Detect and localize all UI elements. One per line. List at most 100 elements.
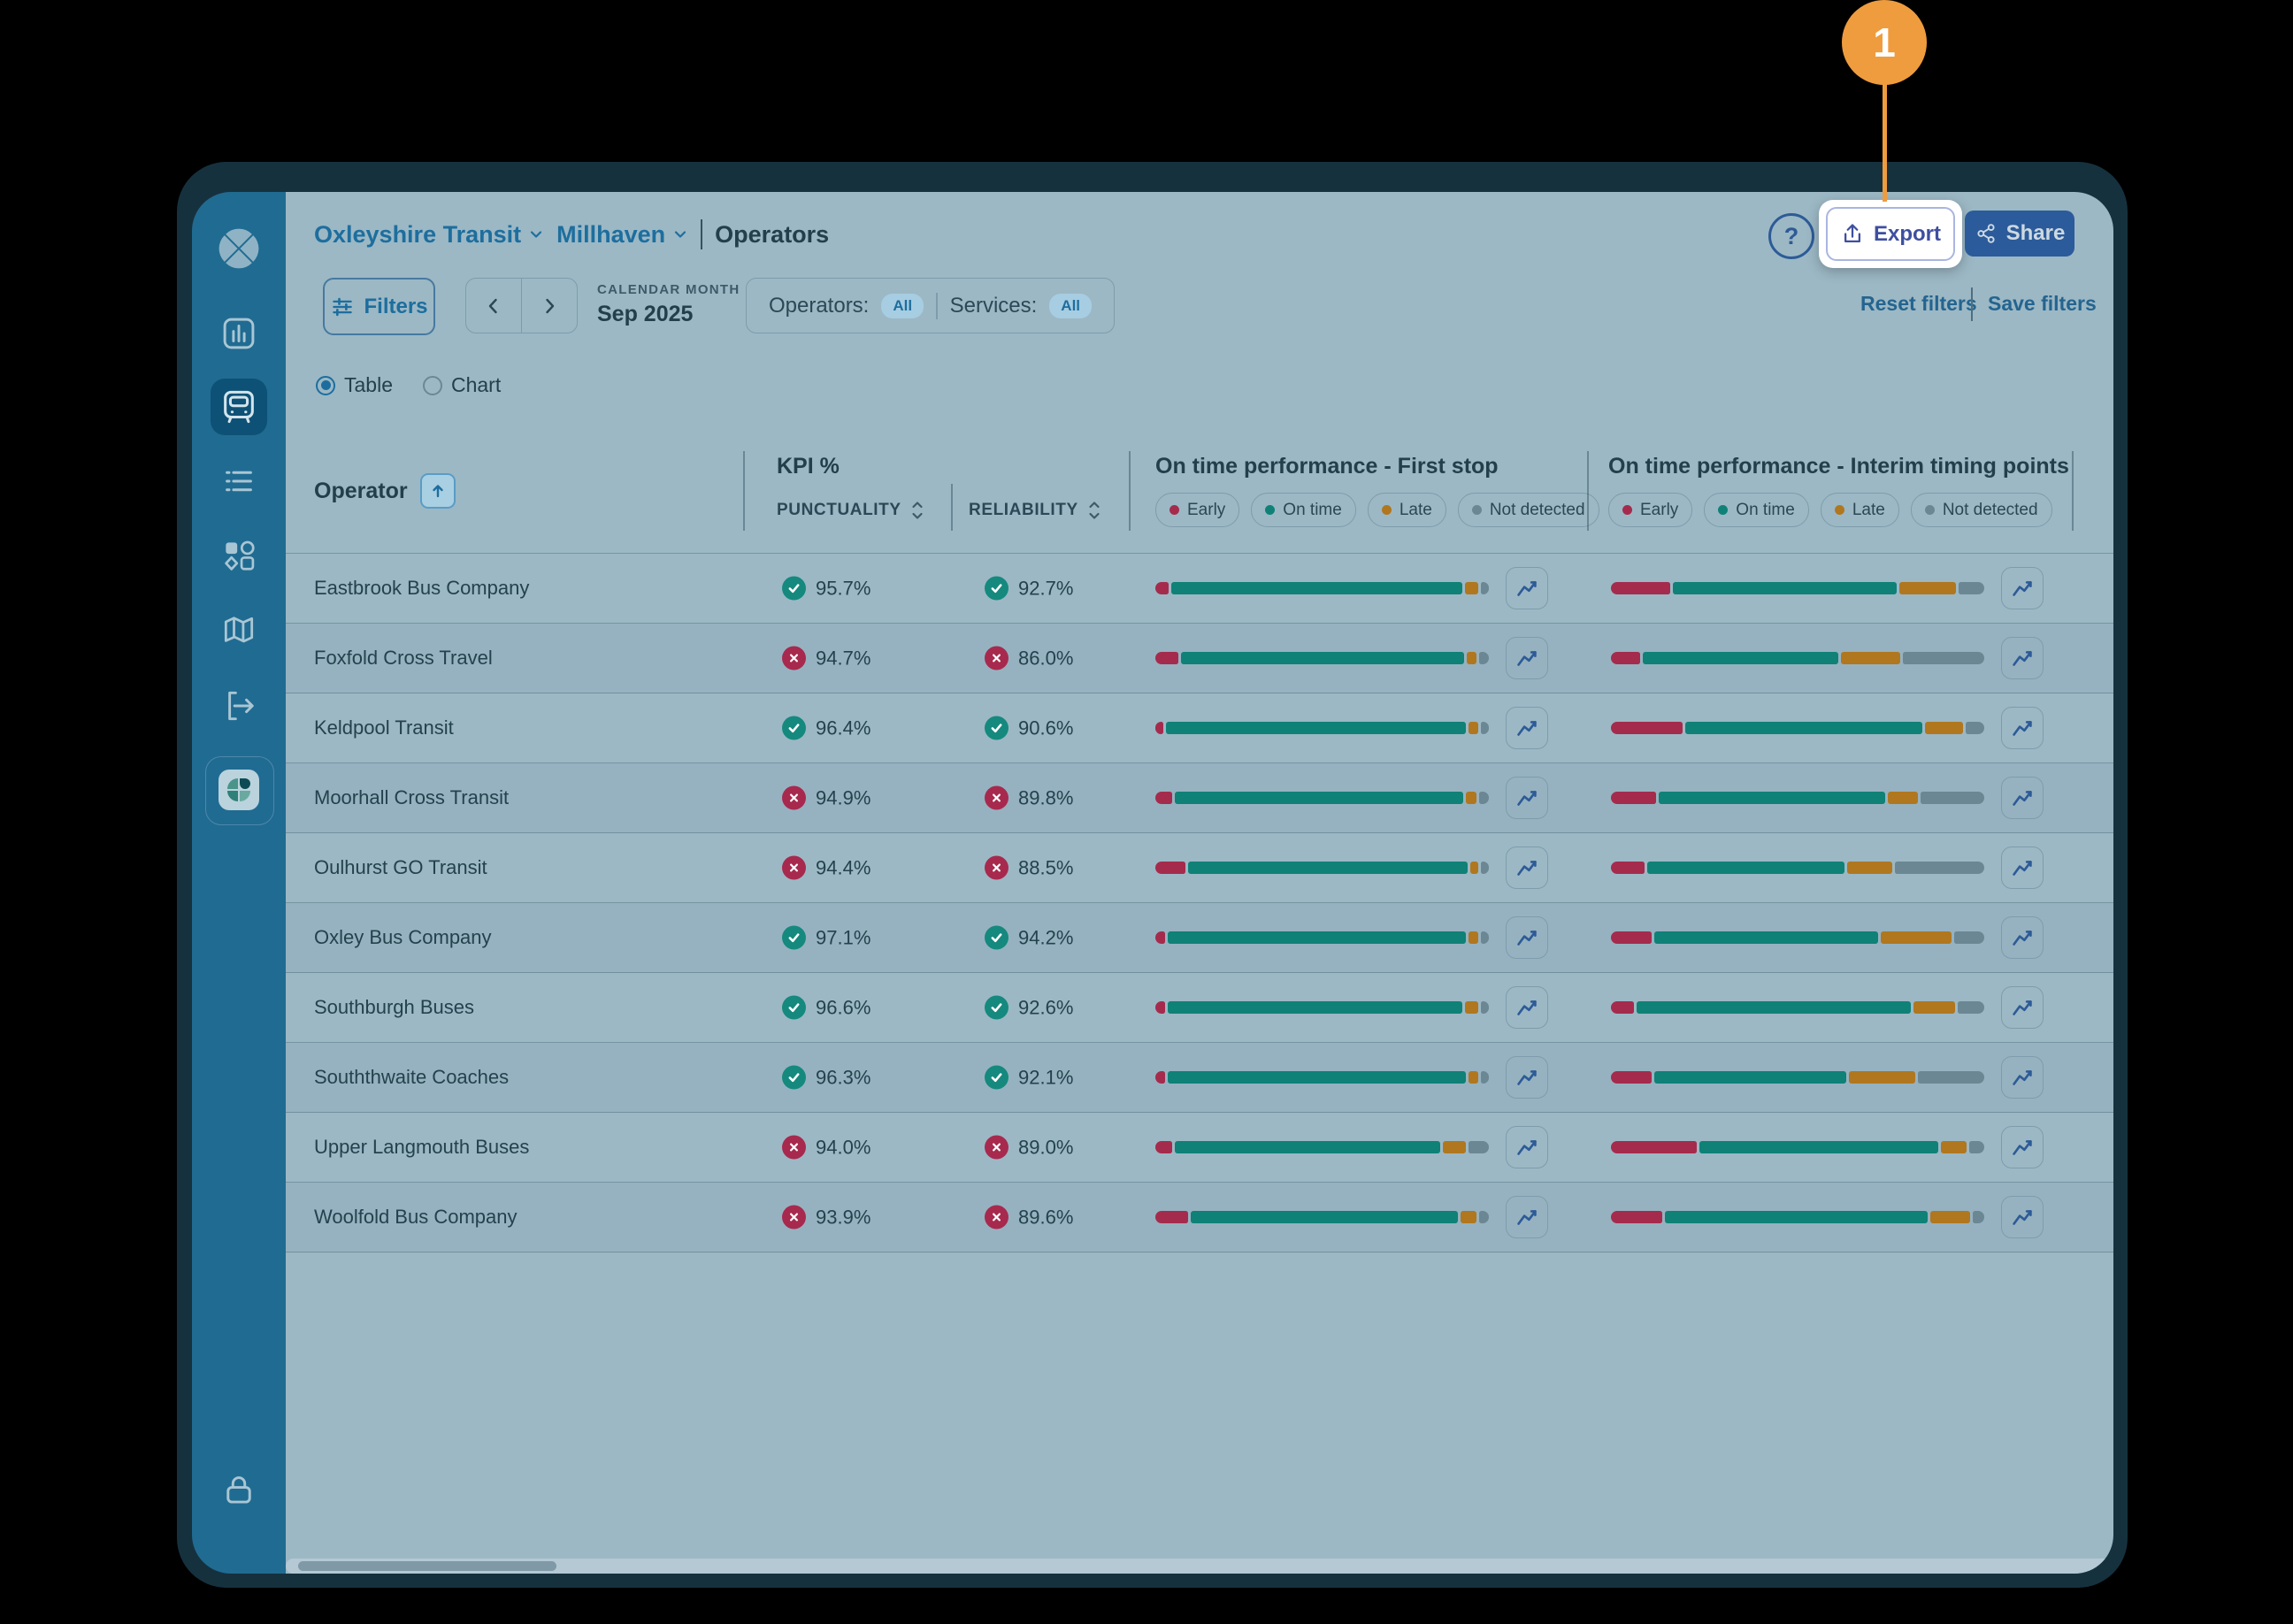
period-type-label: CALENDAR MONTH — [597, 282, 740, 297]
bar-segment-late — [1930, 1211, 1971, 1223]
share-button[interactable]: Share — [1965, 211, 2074, 257]
check-icon — [989, 1070, 1004, 1085]
bar-segment-late — [1849, 1071, 1915, 1084]
sidebar-item-operators[interactable] — [214, 382, 264, 432]
breadcrumb-area[interactable]: Millhaven — [556, 221, 688, 249]
first-stop-trend-button[interactable] — [1506, 846, 1548, 889]
legend-chip[interactable]: Not detected — [1911, 493, 2052, 527]
view-toggle-option-chart[interactable]: Chart — [423, 373, 501, 397]
operators-filter-label: Operators: — [769, 294, 869, 318]
sort-ascending-button[interactable] — [420, 473, 456, 509]
export-button[interactable]: Export — [1826, 207, 1955, 261]
filters-button[interactable]: Filters — [323, 278, 435, 335]
previous-month-button[interactable] — [466, 279, 521, 333]
save-filters-link[interactable]: Save filters — [1988, 292, 2097, 316]
bar-segment-late — [1443, 1141, 1467, 1153]
legend-chip[interactable]: Early — [1155, 493, 1239, 527]
otp-first-stop-header: On time performance - First stop — [1155, 454, 1499, 479]
sidebar-item-map[interactable] — [214, 607, 264, 656]
legend-chip[interactable]: On time — [1704, 493, 1809, 527]
punctuality-value: 93.9% — [816, 1206, 870, 1229]
legend-label: On time — [1283, 501, 1342, 520]
bar-segment-early — [1155, 722, 1163, 734]
x-icon — [990, 1141, 1003, 1154]
legend-chip[interactable]: On time — [1251, 493, 1356, 527]
reliability-status-icon — [985, 786, 1008, 810]
table-row[interactable]: Upper Langmouth Buses 94.0% 89.0% — [286, 1113, 2113, 1183]
sidebar-item-services[interactable] — [214, 456, 264, 506]
legend-label: Early — [1640, 501, 1678, 520]
x-icon — [787, 862, 801, 875]
operator-name: Moorhall Cross Transit — [314, 786, 509, 809]
bar-segment-early — [1611, 1211, 1662, 1223]
legend-chip[interactable]: Late — [1368, 493, 1446, 527]
interim-trend-button[interactable] — [2001, 846, 2044, 889]
sidebar-item-categories[interactable] — [214, 531, 264, 580]
bar-segment-on-time — [1699, 1141, 1938, 1153]
period-pager — [465, 278, 578, 333]
first-stop-trend-button[interactable] — [1506, 1196, 1548, 1238]
share-label: Share — [2006, 221, 2066, 246]
legend-chip[interactable]: Not detected — [1458, 493, 1599, 527]
bar-segment-late — [1469, 1071, 1478, 1084]
legend-chip[interactable]: Early — [1608, 493, 1692, 527]
interim-trend-button[interactable] — [2001, 916, 2044, 959]
otp-interim-bar — [1611, 1211, 1984, 1223]
table-row[interactable]: Oxley Bus Company 97.1% 94.2% — [286, 903, 2113, 973]
sidebar-item-app-shortcut[interactable] — [214, 765, 264, 815]
punctuality-column-header[interactable]: PUNCTUALITY — [777, 500, 924, 521]
operators-filter-value-badge[interactable]: All — [881, 294, 924, 318]
legend-chip[interactable]: Late — [1821, 493, 1899, 527]
bar-segment-on-time — [1659, 792, 1884, 804]
otp-interim-bar — [1611, 652, 1984, 664]
interim-trend-button[interactable] — [2001, 986, 2044, 1029]
table-row[interactable]: Moorhall Cross Transit 94.9% 89.8% — [286, 763, 2113, 833]
x-icon — [990, 792, 1003, 805]
table-row[interactable]: Eastbrook Bus Company 95.7% 92.7% — [286, 553, 2113, 624]
otp-interim-header: On time performance - Interim timing poi… — [1608, 454, 2069, 479]
interim-trend-button[interactable] — [2001, 707, 2044, 749]
reliability-value: 92.7% — [1018, 577, 1073, 600]
interim-trend-button[interactable] — [2001, 1196, 2044, 1238]
reliability-column-header[interactable]: RELIABILITY — [969, 500, 1101, 521]
reset-filters-link[interactable]: Reset filters — [1860, 292, 1977, 316]
table-row[interactable]: Southburgh Buses 96.6% 92.6% — [286, 973, 2113, 1043]
sidebar-item-analytics[interactable] — [214, 309, 264, 358]
services-filter-value-badge[interactable]: All — [1049, 294, 1092, 318]
interim-trend-button[interactable] — [2001, 637, 2044, 679]
table-row[interactable]: Foxfold Cross Travel 94.7% 86.0% — [286, 624, 2113, 693]
bar-segment-not-detected — [1469, 1141, 1489, 1153]
first-stop-trend-button[interactable] — [1506, 1056, 1548, 1099]
horizontal-scrollbar-track[interactable] — [286, 1559, 2113, 1574]
first-stop-trend-button[interactable] — [1506, 637, 1548, 679]
trend-line-icon — [1513, 1133, 1541, 1161]
trend-line-icon — [1513, 854, 1541, 882]
first-stop-trend-button[interactable] — [1506, 567, 1548, 609]
callout-number: 1 — [1873, 19, 1896, 66]
breadcrumb-org[interactable]: Oxleyshire Transit — [314, 221, 544, 249]
table-row[interactable]: Oulhurst GO Transit 94.4% 88.5% — [286, 833, 2113, 903]
table-row[interactable]: Woolfold Bus Company 93.9% 89.6% — [286, 1183, 2113, 1252]
first-stop-trend-button[interactable] — [1506, 916, 1548, 959]
first-stop-trend-button[interactable] — [1506, 1126, 1548, 1168]
interim-trend-button[interactable] — [2001, 1126, 2044, 1168]
table-row[interactable]: Keldpool Transit 96.4% 90.6% — [286, 693, 2113, 763]
first-stop-trend-button[interactable] — [1506, 986, 1548, 1029]
check-icon — [989, 581, 1004, 596]
horizontal-scrollbar-thumb[interactable] — [298, 1561, 556, 1571]
first-stop-trend-button[interactable] — [1506, 777, 1548, 819]
next-month-button[interactable] — [522, 279, 577, 333]
table-row[interactable]: Souththwaite Coaches 96.3% 92.1% — [286, 1043, 2113, 1113]
reliability-cell: 92.6% — [985, 996, 1073, 1020]
lock-icon — [219, 1470, 258, 1509]
interim-trend-button[interactable] — [2001, 1056, 2044, 1099]
interim-trend-button[interactable] — [2001, 567, 2044, 609]
sidebar-item-logout[interactable] — [214, 681, 264, 731]
callout-line — [1883, 81, 1887, 202]
sidebar-item-lock[interactable] — [214, 1465, 264, 1514]
otp-first-stop-bar — [1155, 862, 1489, 874]
view-toggle-option-table[interactable]: Table — [316, 373, 393, 397]
interim-trend-button[interactable] — [2001, 777, 2044, 819]
first-stop-trend-button[interactable] — [1506, 707, 1548, 749]
help-button[interactable]: ? — [1768, 213, 1814, 259]
